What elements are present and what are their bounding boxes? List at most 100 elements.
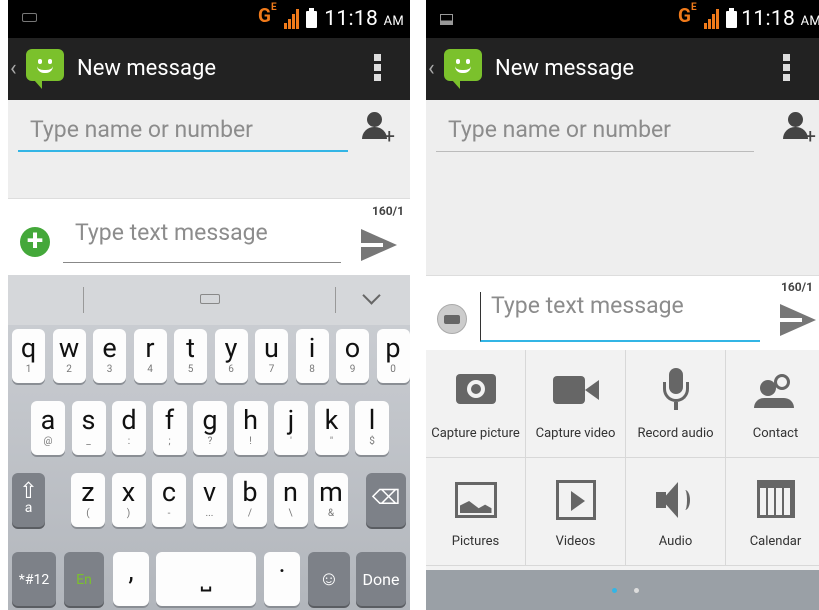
key-w[interactable]: w2 bbox=[52, 329, 86, 383]
attach-label: Contact bbox=[752, 426, 799, 441]
backspace-key[interactable]: ⌫ bbox=[366, 473, 406, 527]
key-main-label: j bbox=[287, 404, 295, 436]
key-sub-label: 4 bbox=[147, 364, 153, 375]
add-contact-icon[interactable]: + bbox=[782, 112, 816, 146]
key-sub-label: / bbox=[247, 508, 253, 519]
shift-sub-label: a bbox=[24, 500, 33, 516]
attach-label: Videos bbox=[555, 534, 596, 549]
key-a[interactable]: a @ bbox=[31, 401, 65, 455]
key-n[interactable]: n \ bbox=[273, 473, 308, 527]
video-file-icon bbox=[555, 476, 596, 520]
key-s[interactable]: s _ bbox=[71, 401, 106, 455]
attach-audio[interactable]: Audio bbox=[626, 458, 726, 566]
key-d[interactable]: d: bbox=[112, 401, 146, 455]
attach-label: Capture picture bbox=[431, 426, 520, 441]
key-sub-label: 2 bbox=[66, 364, 72, 375]
key-r[interactable]: r4 bbox=[133, 329, 167, 383]
add-attachment-icon[interactable]: + bbox=[20, 226, 50, 257]
key-main-label: f bbox=[164, 404, 175, 436]
keyboard-switch-icon[interactable] bbox=[200, 294, 220, 304]
period-label: · bbox=[278, 555, 286, 587]
space-key[interactable]: ⎵ bbox=[156, 552, 256, 606]
attach-calendar[interactable]: Calendar bbox=[726, 458, 819, 566]
attach-contact[interactable]: Contact bbox=[726, 350, 819, 458]
keyboard-toggle-icon[interactable] bbox=[437, 304, 467, 334]
back-chevron-icon[interactable]: ‹ bbox=[10, 56, 17, 81]
key-c[interactable]: c- bbox=[152, 473, 186, 527]
comma-key[interactable]: , bbox=[113, 552, 149, 606]
action-bar: ‹ New message bbox=[8, 38, 410, 100]
key-h[interactable]: h! bbox=[233, 401, 268, 455]
key-sub-label: " bbox=[329, 436, 334, 447]
key-main-label: s bbox=[81, 404, 96, 436]
key-j[interactable]: j ' bbox=[274, 401, 308, 455]
speaker-icon bbox=[655, 476, 696, 520]
messaging-app-icon[interactable] bbox=[26, 49, 64, 89]
signal-icon bbox=[704, 9, 720, 29]
attach-capture-picture[interactable]: Capture picture bbox=[426, 350, 526, 458]
key-sub-label: ? bbox=[207, 436, 213, 447]
key-i[interactable]: i8 bbox=[295, 329, 329, 383]
key-sub-label: 3 bbox=[106, 364, 113, 375]
key-main-label: r bbox=[145, 332, 155, 364]
key-l[interactable]: l $ bbox=[355, 401, 389, 455]
keyboard-toolbar bbox=[8, 275, 410, 325]
key-sub-label: 8 bbox=[309, 364, 315, 375]
key-main-label: q bbox=[20, 332, 37, 364]
page-dot bbox=[634, 588, 639, 593]
shift-key[interactable]: ⇧ a bbox=[12, 473, 45, 527]
key-t[interactable]: t5 bbox=[174, 329, 207, 383]
attach-pictures[interactable]: Pictures bbox=[426, 458, 526, 566]
key-z[interactable]: z( bbox=[71, 473, 105, 527]
send-icon[interactable] bbox=[361, 229, 397, 261]
comma-label: , bbox=[128, 555, 134, 587]
network-letter: G bbox=[258, 4, 271, 27]
period-key[interactable]: · bbox=[264, 552, 300, 606]
done-key[interactable]: Done bbox=[356, 552, 406, 606]
key-g[interactable]: g? bbox=[193, 401, 227, 455]
message-input[interactable]: Type text message bbox=[63, 219, 341, 263]
recipient-input[interactable]: Type name or number bbox=[18, 116, 348, 152]
add-contact-icon[interactable]: + bbox=[361, 112, 395, 146]
key-u[interactable]: u7 bbox=[255, 329, 288, 383]
key-b[interactable]: b / bbox=[233, 473, 267, 527]
battery-icon bbox=[306, 8, 317, 28]
key-q[interactable]: q1 bbox=[12, 329, 45, 383]
gallery-notification-icon bbox=[440, 14, 453, 25]
key-x[interactable]: x) bbox=[111, 473, 146, 527]
calendar-icon bbox=[756, 476, 795, 518]
key-e[interactable]: e3 bbox=[93, 329, 126, 383]
key-o[interactable]: o9 bbox=[336, 329, 369, 383]
right-screen: GE 11:18 AM ‹ New message Type name or n… bbox=[426, 0, 819, 610]
emoji-key[interactable]: ☺ bbox=[308, 552, 350, 606]
hide-keyboard-chevron-icon[interactable] bbox=[362, 286, 381, 305]
key-m[interactable]: m & bbox=[314, 473, 348, 527]
key-sub-label: - bbox=[167, 508, 171, 519]
key-main-label: l bbox=[368, 404, 376, 436]
attach-record-audio[interactable]: Record audio bbox=[626, 350, 726, 458]
key-main-label: i bbox=[308, 332, 316, 364]
key-main-label: h bbox=[243, 404, 258, 436]
symbols-key[interactable]: *#12 bbox=[12, 552, 56, 606]
recipient-input[interactable]: Type name or number bbox=[436, 116, 754, 152]
language-key[interactable]: En bbox=[64, 552, 104, 606]
overflow-menu-icon[interactable] bbox=[783, 54, 791, 84]
key-y[interactable]: y6 bbox=[214, 329, 248, 383]
key-v[interactable]: v... bbox=[192, 473, 227, 527]
message-input[interactable]: Type text message bbox=[480, 292, 760, 342]
overflow-menu-icon[interactable] bbox=[374, 54, 382, 84]
key-main-label: x bbox=[121, 476, 136, 508]
messaging-app-icon[interactable] bbox=[444, 49, 482, 89]
key-p[interactable]: p0 bbox=[376, 329, 410, 383]
send-icon[interactable] bbox=[780, 304, 816, 336]
key-sub-label: & bbox=[327, 508, 335, 519]
key-f[interactable]: f; bbox=[152, 401, 187, 455]
compose-bar: 160/1 Type text message bbox=[426, 275, 819, 350]
back-chevron-icon[interactable]: ‹ bbox=[428, 56, 435, 81]
attach-capture-video[interactable]: Capture video bbox=[526, 350, 626, 458]
keyboard-notification-icon bbox=[22, 13, 37, 22]
network-type: GE bbox=[678, 2, 697, 27]
attachment-grid: Capture picture Capture video Record audio… bbox=[426, 350, 819, 570]
key-k[interactable]: k " bbox=[314, 401, 349, 455]
attach-videos[interactable]: Videos bbox=[526, 458, 626, 566]
